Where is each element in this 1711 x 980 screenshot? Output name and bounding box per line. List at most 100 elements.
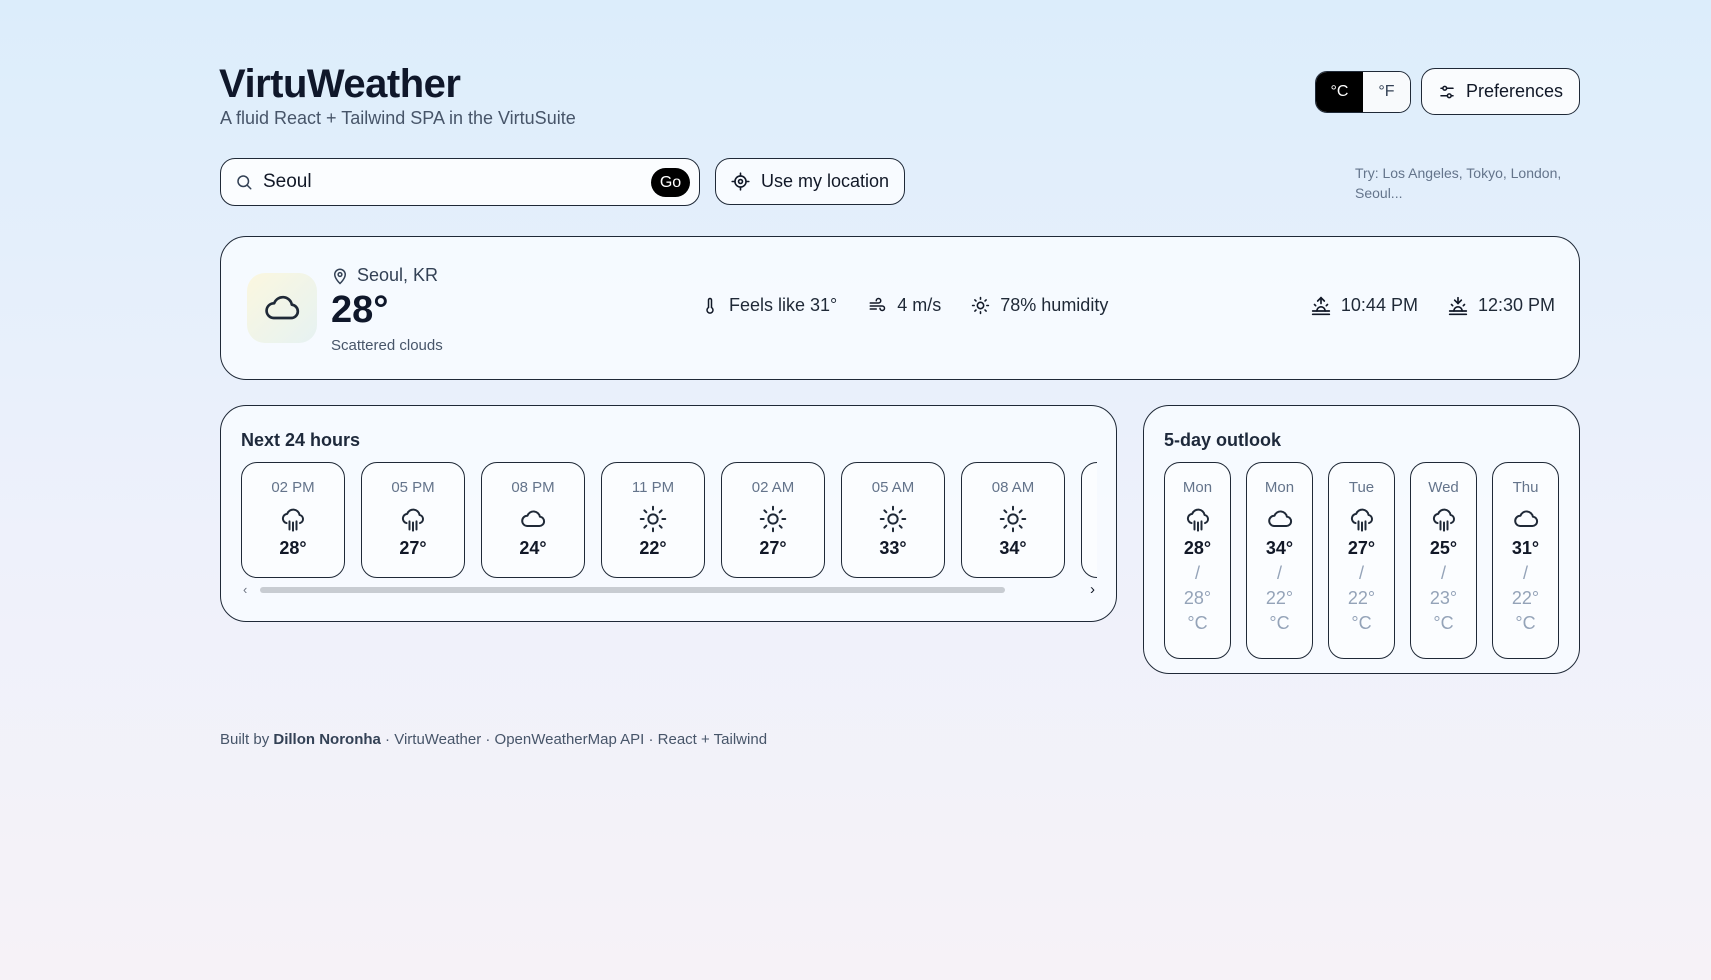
rain-icon	[1430, 504, 1458, 534]
sunrise-label: 10:44 PM	[1340, 295, 1418, 315]
daily-list: Mon 28° / 28° °C Mon 34° / 22° °C Tue 27° / 22° °C Wed 2…	[1164, 462, 1559, 659]
hourly-time: 02 AM	[751, 479, 795, 496]
daily-separator: /	[1194, 563, 1200, 583]
search-box: Go	[220, 158, 700, 206]
daily-unit: °C	[1269, 613, 1290, 633]
hourly-card: 11 AM	[1081, 462, 1097, 578]
daily-card: Mon 28° / 28° °C	[1164, 462, 1231, 659]
map-pin-icon	[331, 267, 349, 285]
rain-icon	[1348, 504, 1376, 534]
current-location: Seoul, KR	[331, 265, 438, 286]
current-location-label: Seoul, KR	[357, 265, 439, 285]
daily-high: 31°	[1511, 538, 1540, 558]
hourly-temp: 24°	[519, 538, 547, 558]
rain-icon	[399, 504, 427, 534]
hourly-card: 05 AM 33°	[841, 462, 945, 578]
sun-icon	[759, 504, 787, 534]
hourly-scroll-area[interactable]: 02 PM 28° 05 PM 27° 08 PM 24° 11 PM 22° 02 AM 27°…	[241, 462, 1097, 580]
sun-times: 10:44 PM 12:30 PM	[1311, 295, 1555, 316]
hourly-card: 08 PM 24°	[481, 462, 585, 578]
sun-icon	[879, 504, 907, 534]
hourly-time: 05 AM	[871, 479, 915, 496]
daily-unit: °C	[1351, 613, 1372, 633]
scroll-right-icon[interactable]: ›	[1090, 581, 1095, 598]
hourly-time: 11 PM	[631, 479, 675, 496]
hourly-card: 02 AM 27°	[721, 462, 825, 578]
preferences-button[interactable]: Preferences	[1420, 68, 1580, 115]
wind-stat: 4 m/s	[867, 295, 941, 316]
daily-separator: /	[1440, 563, 1446, 583]
sunset-icon	[1448, 296, 1468, 316]
wind-label: 4 m/s	[897, 295, 942, 315]
hourly-temp: 27°	[399, 538, 427, 558]
search-input[interactable]	[263, 171, 623, 193]
daily-low: 28°	[1183, 588, 1212, 608]
daily-separator: /	[1276, 563, 1282, 583]
wind-icon	[867, 297, 887, 315]
crosshair-icon	[731, 172, 750, 191]
daily-high: 27°	[1347, 538, 1376, 558]
cloud-icon	[1266, 504, 1294, 534]
daily-day: Wed	[1428, 479, 1459, 496]
hourly-card: 02 PM 28°	[241, 462, 345, 578]
current-stats: Feels like 31° 4 m/s 78% humidity	[701, 295, 1108, 316]
current-condition-icon	[247, 273, 317, 343]
daily-high: 28°	[1183, 538, 1212, 558]
celsius-button[interactable]: °C	[1315, 72, 1363, 112]
use-location-button[interactable]: Use my location	[715, 158, 906, 205]
hourly-scrollbar[interactable]: ‹ ›	[243, 581, 1095, 598]
hourly-time: 02 PM	[271, 479, 315, 496]
unit-toggle: °C °F	[1314, 71, 1411, 113]
hourly-time: 05 PM	[391, 479, 435, 496]
thermometer-icon	[701, 296, 719, 316]
sliders-icon	[1438, 83, 1456, 101]
feels-like-stat: Feels like 31°	[701, 295, 837, 316]
daily-unit: °C	[1433, 613, 1454, 633]
humidity-label: 78% humidity	[1000, 295, 1109, 315]
scroll-left-icon[interactable]: ‹	[243, 582, 247, 597]
daily-high: 34°	[1265, 538, 1294, 558]
hourly-forecast-panel: Next 24 hours 02 PM 28° 05 PM 27° 08 PM 24° 11…	[220, 405, 1117, 622]
cloud-icon	[519, 504, 547, 534]
daily-low: 22°	[1511, 588, 1540, 608]
daily-title: 5-day outlook	[1164, 430, 1282, 450]
sunset-stat: 12:30 PM	[1448, 295, 1555, 316]
sunrise-stat: 10:44 PM	[1311, 295, 1418, 316]
daily-card: Mon 34° / 22° °C	[1246, 462, 1313, 659]
feels-like-label: Feels like 31°	[729, 295, 838, 315]
daily-day: Tue	[1348, 479, 1375, 496]
daily-day: Mon	[1264, 479, 1295, 496]
go-button[interactable]: Go	[651, 168, 690, 197]
hourly-list: 02 PM 28° 05 PM 27° 08 PM 24° 11 PM 22° 02 AM 27°…	[241, 462, 1097, 578]
footer-rest: · VirtuWeather · OpenWeatherMap API · Re…	[385, 731, 768, 748]
rain-icon	[1184, 504, 1212, 534]
hourly-card: 08 AM 34°	[961, 462, 1065, 578]
hourly-temp: 33°	[879, 538, 907, 558]
daily-card: Tue 27° / 22° °C	[1328, 462, 1395, 659]
hourly-temp: 27°	[759, 538, 787, 558]
hourly-temp: 34°	[999, 538, 1027, 558]
sunrise-icon	[1311, 295, 1331, 316]
daily-low: 22°	[1265, 588, 1294, 608]
daily-card: Thu 31° / 22° °C	[1492, 462, 1559, 659]
daily-day: Mon	[1182, 479, 1213, 496]
hourly-temp: 22°	[639, 538, 667, 558]
footer-author: Dillon Noronha	[273, 731, 381, 748]
current-description: Scattered clouds	[331, 337, 443, 354]
search-row: Go Use my location Try: Los Angeles, Tok…	[219, 158, 1580, 206]
sun-icon	[639, 504, 667, 534]
daily-unit: °C	[1515, 613, 1536, 633]
daily-card: Wed 25° / 23° °C	[1410, 462, 1477, 659]
daily-low: 23°	[1429, 588, 1458, 608]
hourly-title: Next 24 hours	[241, 430, 361, 450]
daily-low: 22°	[1347, 588, 1376, 608]
search-hint: Try: Los Angeles, Tokyo, London, Seoul..…	[1355, 165, 1562, 201]
fahrenheit-button[interactable]: °F	[1362, 72, 1410, 112]
sun-small-icon	[971, 296, 990, 315]
footer-prefix: Built by	[220, 731, 270, 748]
scrollbar-thumb[interactable]	[260, 587, 1005, 593]
humidity-stat: 78% humidity	[971, 295, 1108, 316]
search-icon	[235, 173, 253, 191]
hourly-card: 05 PM 27°	[361, 462, 465, 578]
hourly-time: 08 AM	[991, 479, 1035, 496]
